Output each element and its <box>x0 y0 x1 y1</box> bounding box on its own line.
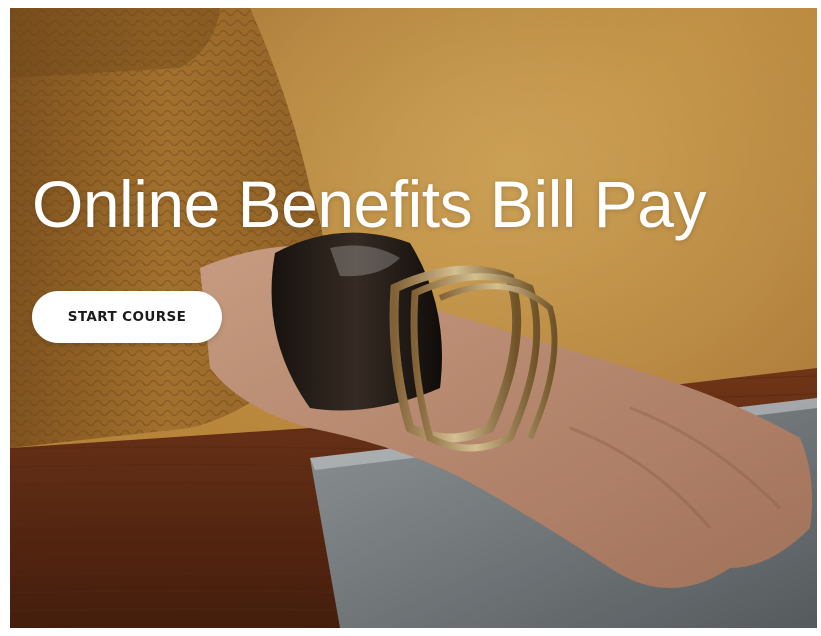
hero-title: Online Benefits Bill Pay <box>32 167 707 241</box>
start-course-button[interactable]: START COURSE <box>32 291 222 343</box>
hero-banner: Online Benefits Bill Pay START COURSE <box>10 8 817 628</box>
